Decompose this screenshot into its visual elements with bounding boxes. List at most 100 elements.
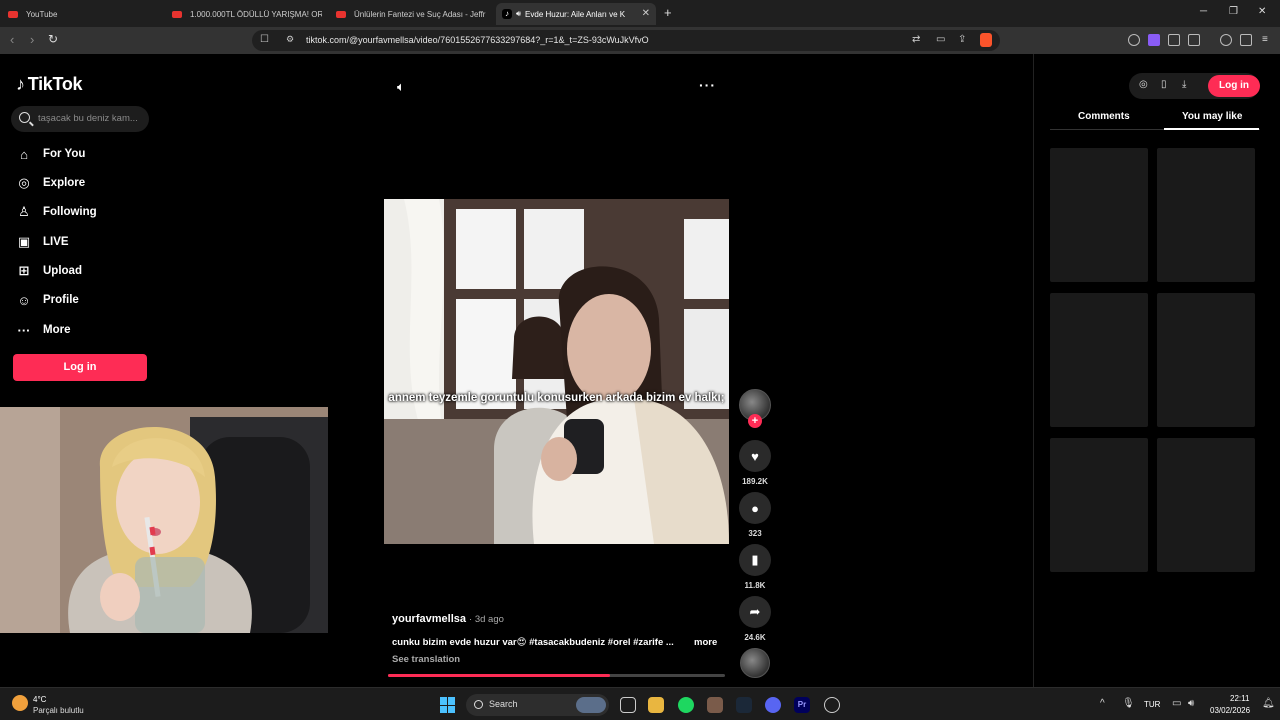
back-icon[interactable]: ‹ [10, 32, 14, 47]
translate-icon[interactable]: ⇄ [912, 34, 920, 45]
restore-icon[interactable]: ❐ [1229, 6, 1238, 17]
weather-condition: Parçalı bulutlu [33, 706, 84, 715]
webcam-image [0, 407, 328, 633]
suggested-video-thumb[interactable] [1050, 438, 1148, 572]
tab-title: YouTube [26, 9, 58, 19]
more-link[interactable]: more [694, 637, 717, 648]
puzzle-icon[interactable] [1168, 34, 1180, 46]
extension-purple-icon[interactable] [1148, 34, 1160, 46]
clock-time[interactable]: 22:11 [1230, 694, 1249, 703]
youtube-icon [336, 10, 346, 18]
share-arrow-icon: ➦ [749, 604, 761, 619]
network-icon[interactable]: ▭ [1172, 698, 1181, 709]
browser-address-bar: ‹ › ↻ ☐ ⚙ tiktok.com/@yourfavmellsa/vide… [0, 27, 1280, 54]
following-icon: ♙ [18, 204, 30, 219]
site-info-icon[interactable]: ⚙ [286, 34, 294, 45]
tiktok-logo[interactable]: ♪ TikTok [16, 74, 83, 95]
save-button[interactable]: ▮ [739, 544, 771, 576]
nav-profile[interactable]: ☺ Profile [16, 290, 79, 310]
compass-icon: ◎ [18, 175, 30, 190]
comment-icon: ● [751, 500, 759, 516]
comment-button[interactable]: ● [739, 492, 771, 524]
nav-following[interactable]: ♙ Following [16, 202, 96, 222]
task-view-icon[interactable] [620, 697, 636, 713]
music-icon[interactable] [1220, 34, 1232, 46]
suggested-video-thumb[interactable] [1157, 438, 1255, 572]
tab-comments[interactable]: Comments [1078, 111, 1130, 122]
browser-tab-video-2[interactable]: Ünlülerin Fantezi ve Suç Adası - Jeffr [336, 3, 486, 25]
search-input[interactable]: taşacak bu deniz kam... [11, 106, 149, 132]
home-icon: ⌂ [20, 146, 28, 162]
coin-icon[interactable]: ◎ [1139, 79, 1148, 90]
tray-chevron-icon[interactable]: ^ [1100, 698, 1105, 709]
nav-label: Profile [43, 294, 79, 306]
clock-date[interactable]: 03/02/2026 [1210, 706, 1250, 715]
spotify-icon[interactable] [678, 697, 694, 713]
file-explorer-icon[interactable] [648, 697, 664, 713]
nav-for-you[interactable]: ⌂ For You [16, 144, 85, 164]
taskbar-search[interactable]: Search [466, 694, 609, 716]
follow-plus-icon[interactable]: + [748, 414, 762, 428]
weather-icon[interactable] [12, 695, 28, 711]
browser-tab-tiktok[interactable]: ♪ 🔊︎ Evde Huzur: Aile Anları ve Key ✕ [496, 3, 656, 25]
nav-more[interactable]: ··· More [16, 320, 71, 340]
url-field[interactable]: ☐ ⚙ tiktok.com/@yourfavmellsa/video/7601… [252, 30, 1000, 51]
tab-you-may-like[interactable]: You may like [1182, 111, 1242, 122]
suggested-video-thumb[interactable] [1157, 293, 1255, 427]
nav-upload[interactable]: ⊞ Upload [16, 261, 82, 281]
start-icon[interactable] [440, 697, 456, 713]
nav-explore[interactable]: ◎ Explore [16, 173, 85, 193]
microphone-icon[interactable]: 🎙︎ [1122, 698, 1135, 709]
menu-icon[interactable]: ≡ [1262, 34, 1268, 45]
steam-icon[interactable] [736, 697, 752, 713]
download-icon[interactable]: ⤓ [1182, 79, 1186, 90]
header-login-button[interactable]: Log in [1208, 75, 1260, 97]
suggested-video-thumb[interactable] [1050, 148, 1148, 282]
see-translation-link[interactable]: See translation [392, 654, 460, 665]
youtube-icon [172, 10, 182, 18]
nav-label: Upload [43, 265, 82, 277]
suggested-video-thumb[interactable] [1157, 148, 1255, 282]
suggested-video-thumb[interactable] [1050, 293, 1148, 427]
brave-shield-icon[interactable] [980, 33, 992, 47]
discord-icon[interactable] [765, 697, 781, 713]
nav-live[interactable]: ▣ LIVE [16, 232, 69, 252]
language-indicator[interactable]: TUR [1144, 700, 1160, 709]
share-icon[interactable]: ⇪ [958, 34, 966, 45]
more-options-icon[interactable]: ··· [699, 77, 716, 93]
profile-icon: ☺ [17, 292, 31, 308]
video-player[interactable]: annem teyzemle goruntulu konusurken arka… [384, 199, 729, 544]
window-close-icon[interactable]: ✕ [1258, 6, 1266, 17]
cast-icon[interactable]: ▭ [936, 34, 945, 45]
sound-disc-avatar[interactable] [740, 648, 770, 678]
nav-label: LIVE [43, 236, 69, 248]
browser-app-icon[interactable] [707, 697, 723, 713]
new-tab-icon[interactable]: + [664, 5, 672, 20]
premiere-icon[interactable]: Pr [794, 697, 810, 713]
volume-icon[interactable]: 🔈︎ [397, 79, 405, 95]
browser-tab-video-1[interactable]: 1.000.000TL ÖDÜLLÜ YARIŞMA! ORK [172, 3, 322, 25]
extension-icon[interactable] [1128, 34, 1140, 46]
logo-text: TikTok [27, 74, 83, 94]
sidebar-icon[interactable] [1240, 34, 1252, 46]
forward-icon[interactable]: › [30, 32, 34, 47]
minimize-icon[interactable]: ─ [1200, 6, 1207, 17]
video-progress-bar[interactable] [388, 674, 725, 677]
share-count: 24.6K [744, 633, 766, 642]
nav-label: Explore [43, 177, 86, 189]
reload-icon[interactable]: ↻ [48, 32, 58, 46]
notification-icon[interactable]: 🔔︎ [1262, 698, 1275, 709]
close-icon[interactable]: ✕ [642, 8, 650, 19]
browser-tab-bar: YouTube 1.000.000TL ÖDÜLLÜ YARIŞMA! ORK … [0, 0, 1280, 27]
video-author[interactable]: yourfavmellsa · 3d ago [392, 613, 504, 625]
like-button[interactable]: ♥ [739, 440, 771, 472]
browser-tab-youtube[interactable]: YouTube [8, 3, 158, 25]
bookmark-icon[interactable]: ☐ [260, 34, 269, 45]
login-button[interactable]: Log in [13, 354, 147, 381]
share-button[interactable]: ➦ [739, 596, 771, 628]
like-count: 189.2K [742, 477, 768, 486]
screenshot-icon[interactable] [1188, 34, 1200, 46]
phone-icon[interactable]: ▯ [1161, 79, 1167, 90]
obs-icon[interactable] [824, 697, 840, 713]
volume-tray-icon[interactable]: 🔊︎ [1188, 698, 1194, 709]
